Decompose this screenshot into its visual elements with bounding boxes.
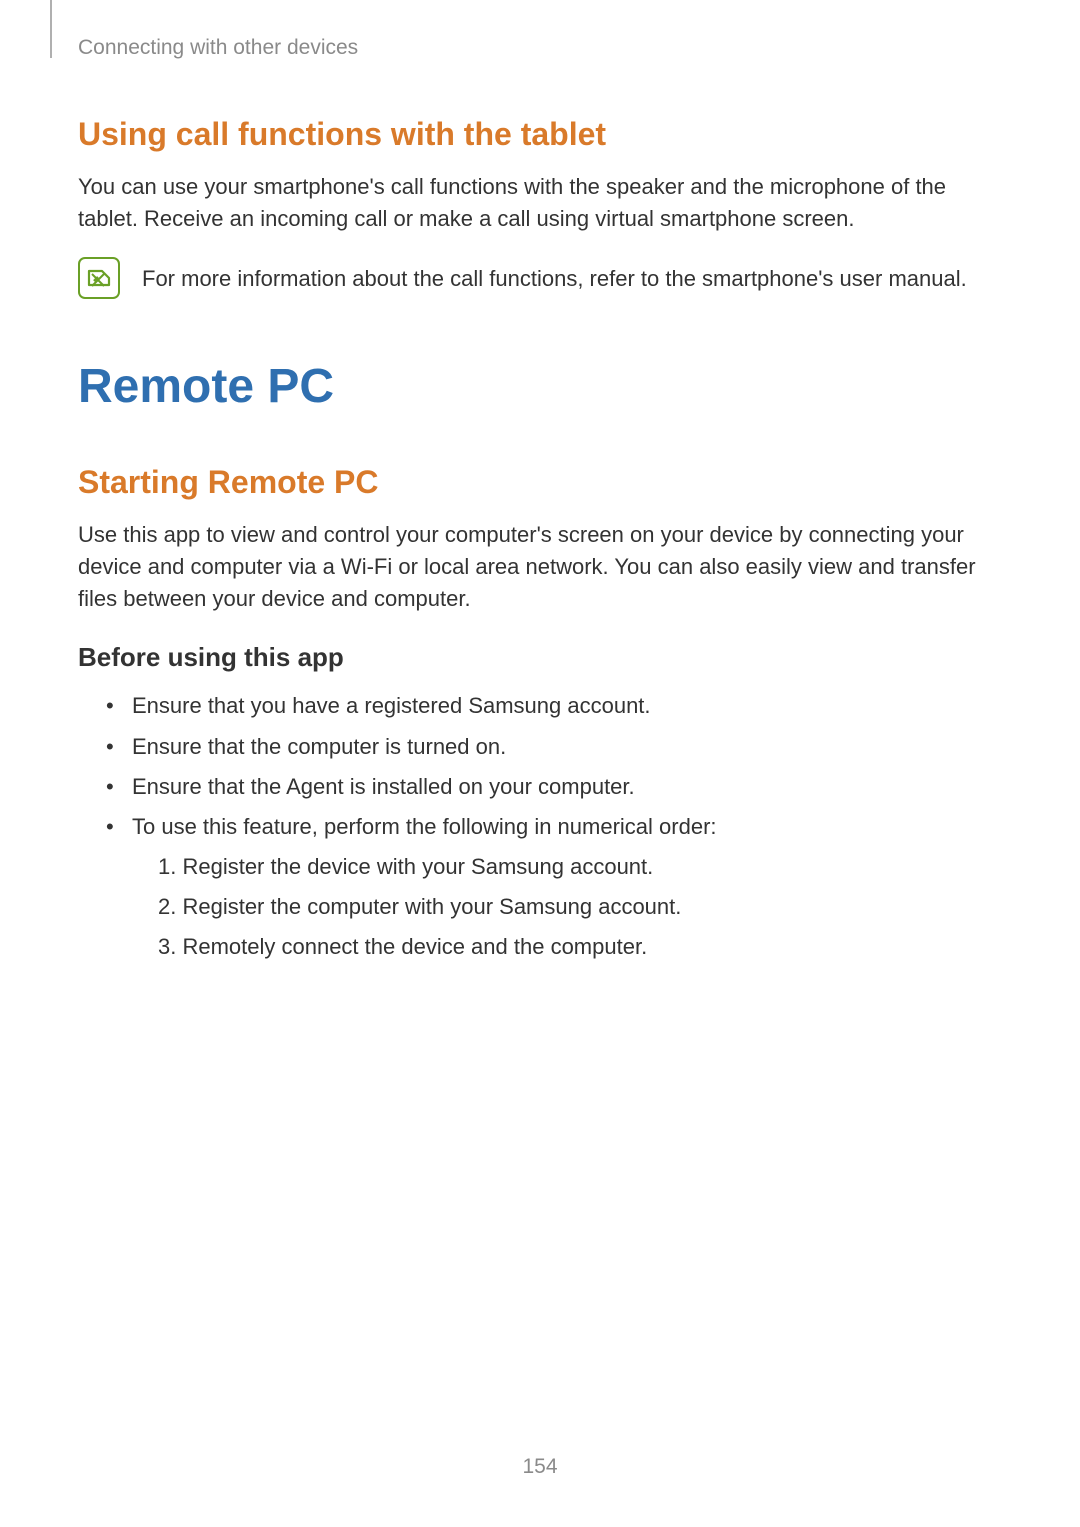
note-block: For more information about the call func… (78, 257, 1002, 299)
subsection-heading-before-using: Before using this app (78, 642, 1002, 673)
list-item-text: Ensure that you have a registered Samsun… (132, 693, 651, 718)
header-rule (50, 0, 52, 58)
chapter-title-remote-pc: Remote PC (78, 359, 1002, 414)
body-paragraph: You can use your smartphone's call funct… (78, 171, 1002, 235)
bullet-list: Ensure that you have a registered Samsun… (106, 689, 1002, 964)
ordered-steps: 1. Register the device with your Samsung… (158, 850, 1002, 964)
step-item: 1. Register the device with your Samsung… (158, 850, 1002, 884)
note-text: For more information about the call func… (142, 257, 967, 295)
note-icon (78, 257, 120, 299)
section-heading-call-functions: Using call functions with the tablet (78, 116, 1002, 153)
list-item-text: Ensure that the Agent is installed on yo… (132, 774, 635, 799)
list-item: Ensure that the Agent is installed on yo… (106, 770, 1002, 804)
body-paragraph: Use this app to view and control your co… (78, 519, 1002, 615)
page-number: 154 (0, 1455, 1080, 1479)
section-heading-starting-remote-pc: Starting Remote PC (78, 464, 1002, 501)
list-item: To use this feature, perform the followi… (106, 810, 1002, 964)
list-item-text: Ensure that the computer is turned on. (132, 734, 506, 759)
list-item: Ensure that you have a registered Samsun… (106, 689, 1002, 723)
document-page: Connecting with other devices Using call… (0, 0, 1080, 1527)
list-item-text: To use this feature, perform the followi… (132, 814, 717, 839)
list-item: Ensure that the computer is turned on. (106, 730, 1002, 764)
step-item: 2. Register the computer with your Samsu… (158, 890, 1002, 924)
step-item: 3. Remotely connect the device and the c… (158, 930, 1002, 964)
running-header: Connecting with other devices (78, 36, 1002, 60)
